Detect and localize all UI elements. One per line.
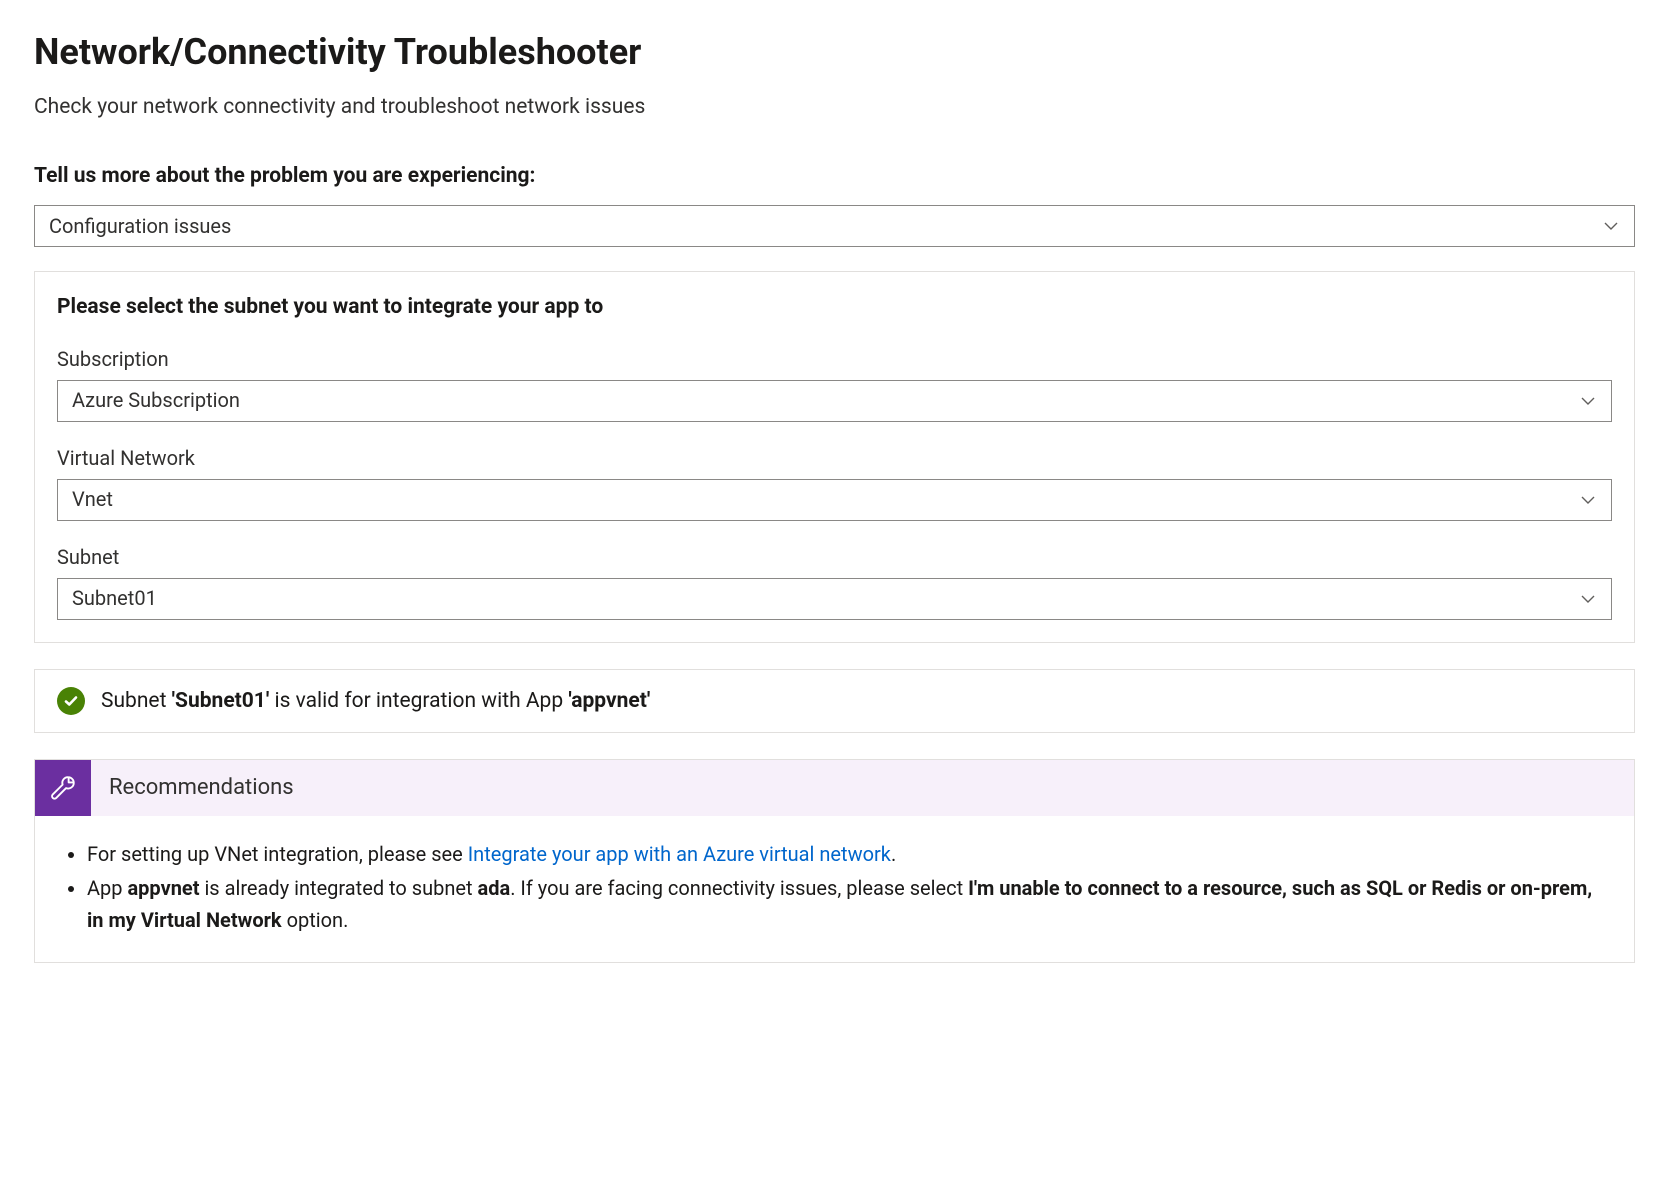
subnet-panel-heading: Please select the subnet you want to int… bbox=[57, 292, 1612, 322]
reco2-t2: is already integrated to subnet bbox=[199, 876, 477, 900]
recommendations-panel: Recommendations For setting up VNet inte… bbox=[34, 759, 1635, 963]
subscription-label: Subscription bbox=[57, 345, 1612, 374]
reco2-t3: . If you are facing connectivity issues,… bbox=[510, 876, 968, 900]
problem-select-value: Configuration issues bbox=[49, 212, 231, 241]
subscription-select-value: Azure Subscription bbox=[72, 386, 240, 415]
subnet-label: Subnet bbox=[57, 543, 1612, 572]
recommendations-title: Recommendations bbox=[91, 760, 312, 816]
integrate-vnet-link[interactable]: Integrate your app with an Azure virtual… bbox=[468, 842, 891, 866]
reco1-post: . bbox=[891, 842, 896, 866]
reco2-subnet: ada bbox=[478, 876, 511, 900]
validation-status-text: Subnet 'Subnet01' is valid for integrati… bbox=[101, 686, 650, 716]
problem-label: Tell us more about the problem you are e… bbox=[34, 161, 1635, 191]
problem-select[interactable]: Configuration issues bbox=[34, 205, 1635, 247]
subnet-panel: Please select the subnet you want to int… bbox=[34, 271, 1635, 642]
vnet-select[interactable]: Vnet bbox=[57, 479, 1612, 521]
status-subnet-name: 'Subnet01' bbox=[172, 689, 270, 713]
recommendation-item: App appvnet is already integrated to sub… bbox=[87, 872, 1608, 936]
status-prefix: Subnet bbox=[101, 689, 172, 713]
vnet-select-value: Vnet bbox=[72, 485, 113, 514]
page-title: Network/Connectivity Troubleshooter bbox=[34, 26, 1635, 78]
wrench-icon bbox=[35, 760, 91, 816]
reco2-t1: App bbox=[87, 876, 127, 900]
validation-status: Subnet 'Subnet01' is valid for integrati… bbox=[34, 669, 1635, 733]
status-app-name: 'appvnet' bbox=[568, 689, 650, 713]
recommendation-item: For setting up VNet integration, please … bbox=[87, 838, 1608, 870]
subnet-select[interactable]: Subnet01 bbox=[57, 578, 1612, 620]
page-subtitle: Check your network connectivity and trou… bbox=[34, 92, 1635, 122]
subnet-select-value: Subnet01 bbox=[72, 584, 157, 613]
status-middle: is valid for integration with App bbox=[269, 689, 568, 713]
recommendations-header: Recommendations bbox=[35, 760, 1634, 816]
success-check-icon bbox=[57, 687, 85, 715]
subscription-select[interactable]: Azure Subscription bbox=[57, 380, 1612, 422]
reco1-pre: For setting up VNet integration, please … bbox=[87, 842, 468, 866]
reco2-t4: option. bbox=[282, 908, 349, 932]
reco2-app: appvnet bbox=[127, 876, 199, 900]
recommendations-body: For setting up VNet integration, please … bbox=[35, 816, 1634, 962]
vnet-label: Virtual Network bbox=[57, 444, 1612, 473]
